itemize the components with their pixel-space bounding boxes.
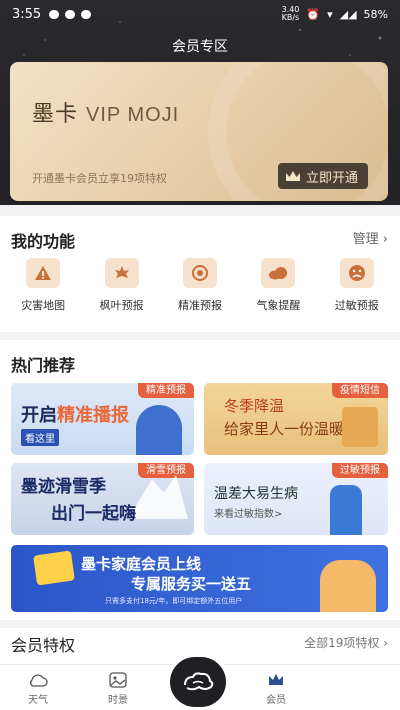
card-name: 墨卡 VIP MOJI [32,96,179,128]
hot-title: 热门推荐 [11,356,76,375]
card-subtitle: 开通墨卡会员立享19项特权 [32,172,167,185]
notification-icon [65,9,76,19]
nav-more[interactable] [328,671,388,673]
badge-illustration [33,550,75,586]
cloud-icon [261,258,296,288]
status-time: 3:55 [12,6,42,22]
network-speed: 3.40 KB/s [281,5,300,22]
target-icon [182,258,217,288]
function-weather-alert[interactable]: 气象提醒 [239,258,317,313]
warning-icon [26,258,61,288]
cloud-icon [30,674,48,687]
promo-tag: 过敏预报 [332,463,388,478]
promo-line1: 冬季降温 [224,397,285,415]
crown-icon [269,674,283,685]
nav-scenes[interactable]: 时景 [88,671,148,706]
nav-label: 天气 [28,695,48,706]
promo-allergy[interactable]: 过敏预报 温差大易生病 来看过敏指数> [204,463,388,535]
promo-subtitle: 看这里 [21,429,59,446]
signal-icon: ◢◢ [339,7,357,21]
moji-logo-button[interactable] [170,657,226,707]
promo-sms[interactable]: 疫情短信 冬季降温 给家里人一份温暖 [204,383,388,455]
promo-title-b: 精准播报 [57,405,129,426]
promo-title-a: 开启 [21,405,57,426]
notification-icon [49,9,60,19]
scarf-illustration [342,407,378,447]
function-label: 气象提醒 [256,299,301,312]
card-name-main: 墨卡 [32,102,79,127]
promo-precise-forecast[interactable]: 精准预报 开启精准播报 看这里 [11,383,194,455]
manage-link[interactable]: 管理 › [353,228,388,247]
hot-recommend-section: 热门推荐 精准预报 开启精准播报 看这里 疫情短信 冬季降温 给家里人一份温暖 … [0,340,400,620]
moji-logo-icon [184,672,214,691]
promo-line1: 温差大易生病 [214,486,298,502]
open-membership-label: 立即开通 [305,170,358,186]
open-membership-button[interactable]: 立即开通 [277,163,368,189]
mountain-illustration [128,475,188,519]
allergy-face-icon [339,258,374,288]
promo-line2: 来看过敏指数> [214,509,283,520]
nav-weather[interactable]: 天气 [8,671,68,706]
weather-icon [81,9,92,19]
function-label: 灾害地图 [21,299,66,312]
promo-line2: 出门一起嗨 [51,504,136,524]
bottom-nav: 天气 时景 会员 [0,657,400,710]
card-name-latin: VIP MOJI [86,104,180,126]
function-allergy-forecast[interactable]: 过敏预报 [318,258,396,313]
promo-tag: 滑雪预报 [138,463,194,478]
alarm-off-icon: ⏰ [306,7,321,21]
function-maple-forecast[interactable]: 枫叶预报 [83,258,161,313]
promo-ski[interactable]: 滑雪预报 墨迹滑雪季 出门一起嗨 [11,463,194,535]
function-label: 过敏预报 [334,299,379,312]
banner-line1: 墨卡家庭会员上线 [81,555,202,573]
wifi-icon: ▾ [327,7,333,21]
family-membership-banner[interactable]: 墨卡家庭会员上线 专属服务买一送五 只需多支付18元/年，即可绑定额外五位用户 [11,545,388,612]
banner-line2: 专属服务买一送五 [131,575,252,593]
page-title: 会员专区 [172,39,228,55]
my-functions-section: 我的功能 管理 › 灾害地图 枫叶预报 精准预报 气象提醒 过敏预报 [0,216,400,332]
crown-icon [285,171,300,181]
promo-line1: 墨迹滑雪季 [21,477,106,497]
promo-tag: 精准预报 [138,383,194,398]
privileges-title: 会员特权 [11,636,76,655]
maple-leaf-icon [104,258,139,288]
promo-line2: 给家里人一份温暖 [224,420,345,438]
function-list: 灾害地图 枫叶预报 精准预报 气象提醒 过敏预报 [0,258,400,313]
battery-level: 58% [363,7,388,21]
family-illustration [320,560,376,612]
function-precise-forecast[interactable]: 精准预报 [161,258,239,313]
image-icon [109,672,127,688]
nav-label: 时景 [108,695,128,706]
banner-line3: 只需多支付18元/年，即可绑定额外五位用户 [105,597,243,605]
nav-label: 会员 [266,695,286,706]
status-bar: 3:55 3.40 KB/s ⏰ ▾ ◢◢ 58% [0,0,400,28]
function-label: 枫叶预报 [99,299,144,312]
function-label: 精准预报 [177,299,222,312]
person-illustration [136,405,182,455]
all-privileges-link[interactable]: 全部19项特权 › [304,634,388,651]
promo-tag: 疫情短信 [332,383,388,398]
person-illustration [330,485,362,535]
vip-card: 墨卡 VIP MOJI 开通墨卡会员立享19项特权 立即开通 [10,62,388,201]
nav-member[interactable]: 会员 [246,671,306,706]
my-functions-title: 我的功能 [11,232,76,251]
promo-title: 开启精准播报 [21,401,129,427]
function-disaster-map[interactable]: 灾害地图 [4,258,82,313]
